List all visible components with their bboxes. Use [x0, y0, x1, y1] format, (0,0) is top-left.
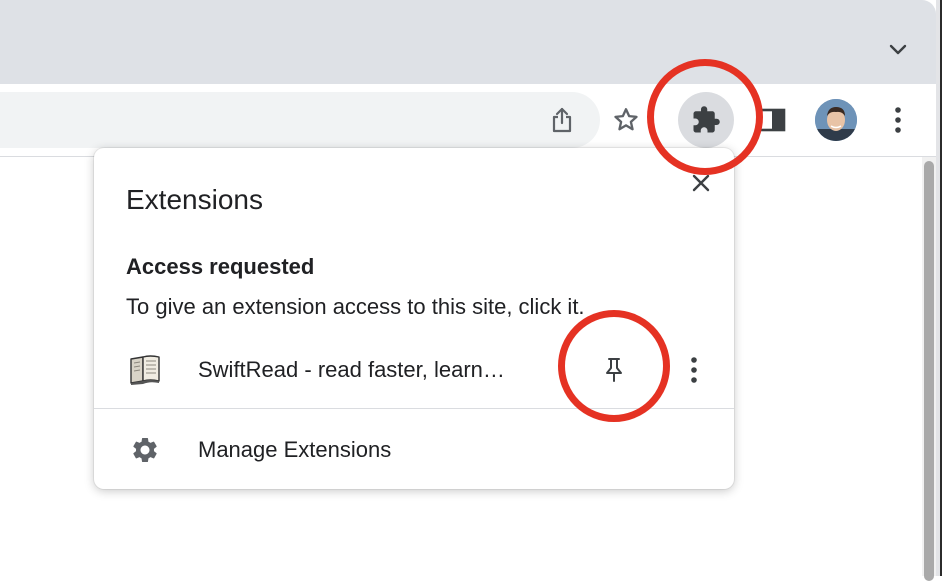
- avatar: [815, 99, 857, 141]
- section-heading: Access requested: [126, 254, 315, 279]
- gear-icon: [133, 438, 157, 462]
- scrollbar-thumb[interactable]: [924, 161, 934, 581]
- extension-more-button[interactable]: [678, 352, 710, 388]
- book-icon: [130, 355, 160, 385]
- tab-search-button[interactable]: [882, 34, 914, 66]
- pin-button[interactable]: [596, 352, 632, 388]
- share-button[interactable]: [542, 100, 582, 140]
- close-button[interactable]: [686, 168, 716, 198]
- tab-strip: [0, 0, 936, 84]
- page-scrollbar[interactable]: [922, 157, 936, 581]
- extension-name: SwiftRead - read faster, learn…: [198, 357, 505, 382]
- side-panel-icon: [758, 108, 786, 132]
- share-icon: [552, 107, 572, 133]
- pin-icon: [606, 358, 622, 382]
- kebab-menu-icon: [895, 107, 901, 133]
- profile-button[interactable]: [814, 98, 858, 142]
- puzzle-icon: [693, 106, 720, 133]
- divider: [94, 408, 734, 409]
- manage-extensions-label: Manage Extensions: [198, 437, 392, 462]
- extensions-button[interactable]: [678, 92, 734, 148]
- chevron-down-icon: [889, 44, 907, 55]
- side-panel-button[interactable]: [752, 100, 792, 140]
- address-bar[interactable]: [0, 92, 600, 148]
- manage-extensions-row[interactable]: Manage Extensions: [94, 420, 734, 478]
- close-icon: [692, 174, 710, 192]
- browser-toolbar: [0, 84, 936, 157]
- popup-title: Extensions: [126, 184, 263, 215]
- bookmark-button[interactable]: [606, 100, 646, 140]
- chrome-menu-button[interactable]: [878, 100, 918, 140]
- extension-row[interactable]: SwiftRead - read faster, learn…: [94, 340, 734, 400]
- kebab-menu-icon: [691, 357, 697, 383]
- star-icon: [614, 108, 638, 131]
- section-description: To give an extension access to this site…: [126, 294, 585, 319]
- extensions-popup: Extensions Access requested To give an e…: [94, 148, 734, 489]
